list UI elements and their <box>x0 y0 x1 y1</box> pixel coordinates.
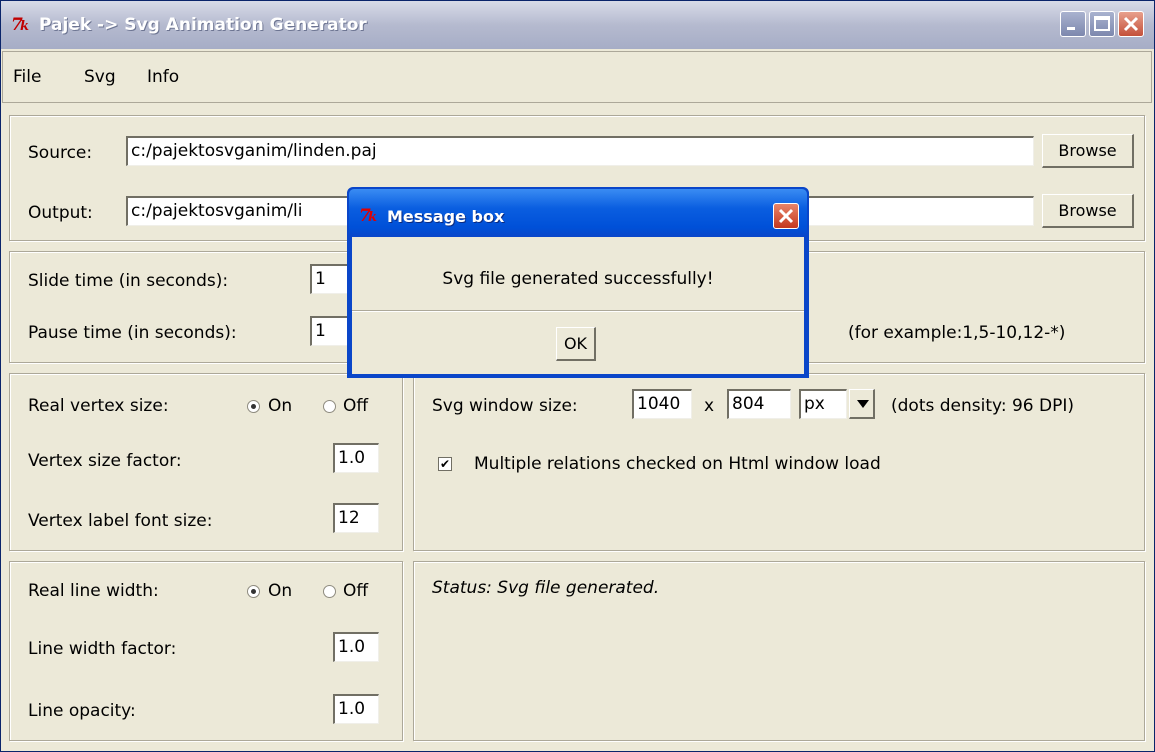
dialog-title-bar[interactable]: 7 k Message box <box>349 189 807 237</box>
dialog-divider <box>352 310 804 312</box>
line-width-factor-label: Line width factor: <box>28 639 177 659</box>
dialog-close-button[interactable] <box>773 203 799 229</box>
real-vertex-size-label: Real vertex size: <box>28 396 169 416</box>
tk-feather-icon: 7 k <box>11 15 29 34</box>
svg-height-input[interactable]: 804 <box>727 389 791 419</box>
menu-bar: File Svg Info <box>2 51 1152 103</box>
vertex-size-off-label[interactable]: Off <box>343 396 368 416</box>
line-width-on-label[interactable]: On <box>268 581 292 601</box>
close-icon <box>778 208 794 224</box>
vertex-size-on-label[interactable]: On <box>268 396 292 416</box>
minimize-icon <box>1067 27 1075 30</box>
line-width-factor-input[interactable]: 1.0 <box>333 632 379 662</box>
menu-info[interactable]: Info <box>147 67 179 87</box>
main-window: 7 k Pajek -> Svg Animation Generator Fil… <box>0 0 1155 752</box>
source-input[interactable]: c:/pajektosvganim/linden.paj <box>126 136 1034 166</box>
chevron-down-icon[interactable] <box>849 389 875 419</box>
ok-button[interactable]: OK <box>556 327 596 361</box>
message-box-dialog: 7 k Message box Svg file generated succe… <box>347 187 809 378</box>
vertex-font-size-input[interactable]: 12 <box>333 503 379 533</box>
pause-time-label: Pause time (in seconds): <box>28 323 237 343</box>
maximize-icon <box>1094 16 1110 31</box>
maximize-button[interactable] <box>1089 11 1115 37</box>
source-browse-button[interactable]: Browse <box>1042 134 1134 168</box>
output-browse-button[interactable]: Browse <box>1042 194 1134 228</box>
menu-svg[interactable]: Svg <box>84 67 116 87</box>
line-width-off-radio[interactable] <box>323 585 336 598</box>
svg-window-size-label: Svg window size: <box>432 396 578 416</box>
svg-width-input[interactable]: 1040 <box>632 389 692 419</box>
line-width-on-radio[interactable] <box>247 585 260 598</box>
real-line-width-label: Real line width: <box>28 581 159 601</box>
size-separator: x <box>704 396 715 416</box>
vertex-size-factor-label: Vertex size factor: <box>28 451 182 471</box>
dialog-body: Svg file generated successfully! OK <box>352 237 804 374</box>
slide-time-label: Slide time (in seconds): <box>28 271 229 291</box>
vertex-size-on-radio[interactable] <box>247 400 260 413</box>
status-panel: Status: Svg file generated. <box>413 561 1145 741</box>
status-text: Status: Svg file generated. <box>432 578 660 598</box>
line-width-off-label[interactable]: Off <box>343 581 368 601</box>
source-label: Source: <box>28 143 93 163</box>
line-opacity-label: Line opacity: <box>28 701 136 721</box>
menu-file[interactable]: File <box>13 67 41 87</box>
line-panel: Real line width: On Off Line width facto… <box>9 561 403 741</box>
vertex-font-size-label: Vertex label font size: <box>28 511 213 531</box>
line-opacity-input[interactable]: 1.0 <box>333 694 379 724</box>
multiple-relations-label[interactable]: Multiple relations checked on Html windo… <box>474 454 881 474</box>
dots-density-label: (dots density: 96 DPI) <box>891 396 1074 416</box>
close-button[interactable] <box>1118 11 1144 37</box>
unit-select[interactable]: px <box>799 389 847 419</box>
svg-window-panel: Svg window size: 1040 x 804 px (dots den… <box>413 373 1145 551</box>
close-icon <box>1123 16 1139 32</box>
dialog-title: Message box <box>387 207 505 226</box>
window-title: Pajek -> Svg Animation Generator <box>39 15 367 35</box>
vertex-size-factor-input[interactable]: 1.0 <box>333 443 379 473</box>
minimize-button[interactable] <box>1060 11 1086 37</box>
output-label: Output: <box>28 203 93 223</box>
vertex-size-off-radio[interactable] <box>323 400 336 413</box>
svg-text:k: k <box>20 19 29 34</box>
svg-text:k: k <box>368 210 377 225</box>
multiple-relations-checkbox[interactable]: ✔ <box>438 457 452 471</box>
title-bar[interactable]: 7 k Pajek -> Svg Animation Generator <box>1 1 1154 49</box>
dialog-message: Svg file generated successfully! <box>442 269 714 289</box>
example-hint: (for example:1,5-10,12-*) <box>848 323 1066 343</box>
vertex-panel: Real vertex size: On Off Vertex size fac… <box>9 373 403 551</box>
tk-feather-icon: 7 k <box>359 206 377 225</box>
